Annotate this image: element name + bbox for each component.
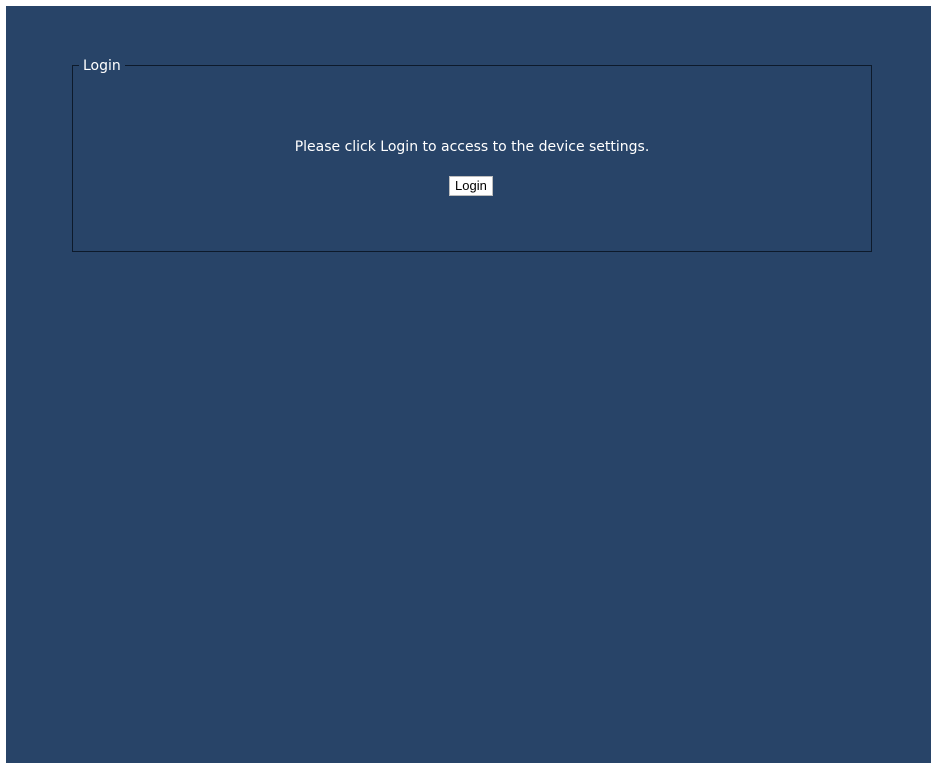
page-background: Login Please click Login to access to th… xyxy=(6,6,931,763)
login-panel-title: Login xyxy=(79,58,125,74)
login-panel: Login Please click Login to access to th… xyxy=(72,58,872,252)
login-instruction-text: Please click Login to access to the devi… xyxy=(294,139,650,155)
login-button[interactable]: Login xyxy=(449,176,493,196)
